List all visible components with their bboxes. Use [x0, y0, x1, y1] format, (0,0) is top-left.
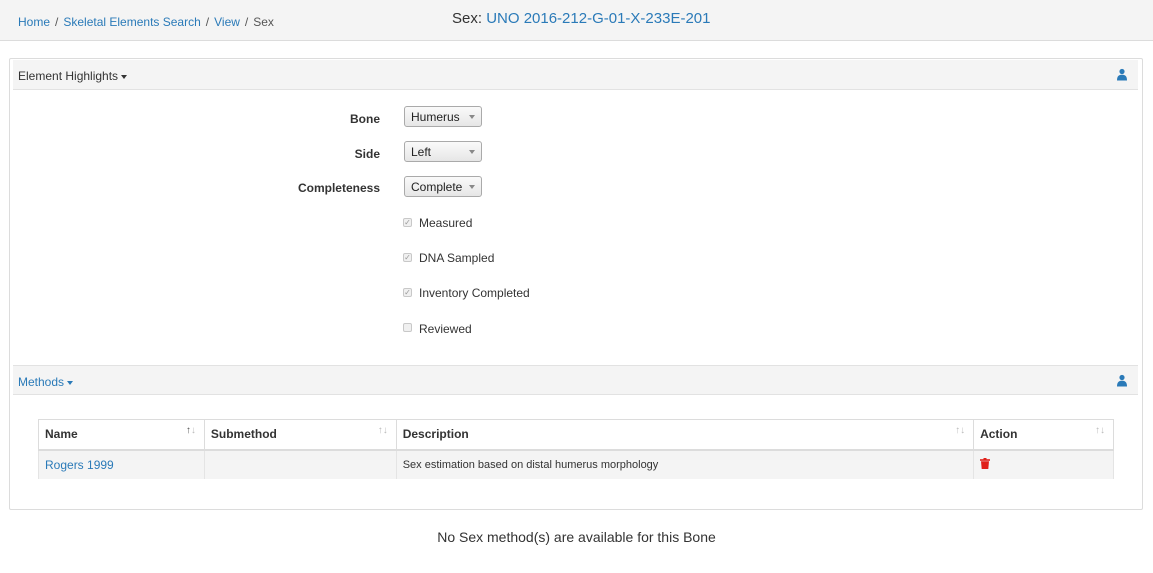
methods-title: Methods: [18, 375, 65, 389]
column-header-action[interactable]: Action ↑↓: [973, 419, 1114, 451]
page-title: Sex: UNO 2016-212-G-01-X-233E-201: [452, 10, 710, 27]
sort-icon[interactable]: ↑↓: [1095, 425, 1105, 436]
breadcrumb-home[interactable]: Home: [18, 15, 50, 29]
caret-down-icon: [67, 380, 74, 385]
dna-sampled-label: DNA Sampled: [419, 251, 495, 265]
bone-select[interactable]: Humerus: [404, 106, 482, 127]
sort-icon[interactable]: ↑↓: [955, 425, 965, 436]
column-header-submethod[interactable]: Submethod ↑↓: [203, 419, 397, 451]
table-header-row: Name ↑↓ Submethod ↑↓ Description ↑↓ Action ↑…: [38, 419, 1114, 451]
action-cell: [973, 449, 1114, 479]
column-header-description[interactable]: Description ↑↓: [395, 419, 975, 451]
side-label: Side: [354, 147, 380, 161]
measured-checkbox[interactable]: ✓: [403, 218, 412, 227]
reviewed-checkbox[interactable]: [403, 323, 412, 332]
dna-sampled-checkbox[interactable]: ✓: [403, 253, 412, 262]
page-title-label: Sex:: [452, 10, 483, 27]
dropdown-arrow-icon: [469, 115, 475, 119]
method-name-link[interactable]: Rogers 1999: [45, 458, 114, 472]
breadcrumb-separator: /: [55, 15, 59, 29]
user-icon[interactable]: [1116, 68, 1128, 81]
inventory-completed-checkbox[interactable]: ✓: [403, 288, 412, 297]
breadcrumb-separator: /: [205, 15, 210, 29]
submethod-cell: [203, 449, 397, 479]
table-row: Rogers 1999 Sex estimation based on dist…: [38, 449, 1114, 479]
measured-label: Measured: [419, 216, 473, 230]
inventory-completed-label: Inventory Completed: [419, 286, 530, 300]
bone-select-value: Humerus: [411, 110, 460, 124]
caret-down-icon: [121, 74, 128, 79]
breadcrumb-view[interactable]: View: [214, 15, 240, 29]
top-bar: Home / Skeletal Elements Search / View / Sex S…: [0, 0, 1153, 41]
sort-icon[interactable]: ↑↓: [186, 425, 196, 436]
column-description-label: Description: [402, 427, 469, 442]
breadcrumb-current: Sex: [253, 15, 274, 29]
column-submethod-label: Submethod: [210, 427, 277, 442]
side-select[interactable]: Left: [404, 141, 482, 162]
bone-label: Bone: [350, 112, 380, 126]
no-methods-message: No Sex method(s) are available for this …: [437, 529, 716, 545]
element-highlights-title: Element Highlights: [18, 69, 119, 83]
completeness-select[interactable]: Complete: [404, 176, 482, 197]
reviewed-label: Reviewed: [419, 322, 472, 336]
column-name-label: Name: [45, 427, 78, 442]
user-icon[interactable]: [1116, 374, 1128, 387]
breadcrumb-search[interactable]: Skeletal Elements Search: [63, 15, 200, 29]
breadcrumb: Home / Skeletal Elements Search / View / Sex: [0, 3, 370, 37]
methods-toggle[interactable]: Methods: [18, 375, 74, 389]
breadcrumb-separator: /: [244, 15, 249, 29]
dropdown-arrow-icon: [469, 185, 475, 189]
method-name-cell: Rogers 1999: [38, 449, 205, 479]
completeness-label: Completeness: [297, 181, 380, 195]
trash-icon[interactable]: [980, 457, 991, 469]
completeness-select-value: Complete: [411, 180, 463, 194]
description-cell: Sex estimation based on distal humerus m…: [395, 449, 975, 479]
column-action-label: Action: [980, 427, 1018, 442]
methods-header: Methods: [13, 365, 1138, 395]
sort-icon[interactable]: ↑↓: [378, 425, 388, 436]
methods-table: Name ↑↓ Submethod ↑↓ Description ↑↓ Action ↑…: [38, 419, 1114, 479]
side-select-value: Left: [411, 145, 432, 159]
element-highlights-toggle[interactable]: Element Highlights: [18, 69, 128, 83]
column-header-name[interactable]: Name ↑↓: [38, 419, 205, 451]
page-title-element-link[interactable]: UNO 2016-212-G-01-X-233E-201: [486, 10, 710, 27]
dropdown-arrow-icon: [469, 150, 475, 154]
element-highlights-header: Element Highlights: [13, 60, 1138, 90]
